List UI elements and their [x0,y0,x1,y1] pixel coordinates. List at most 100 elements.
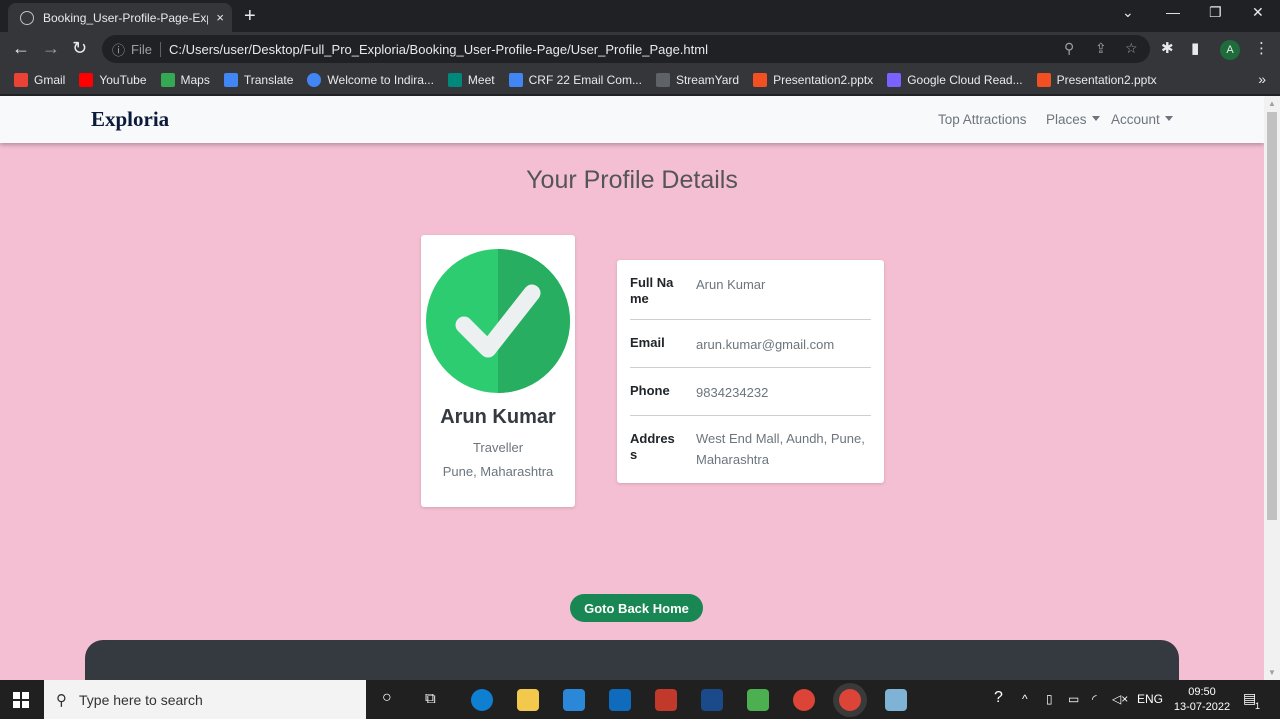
youtube-icon [79,73,94,87]
notification-count: 1 [1255,701,1261,711]
globe-icon [20,10,34,25]
gmail-icon [14,73,28,87]
edge-icon[interactable] [471,689,493,711]
forward-arrow-icon[interactable]: → [42,38,60,58]
profile-avatar[interactable]: A [1220,40,1240,60]
chrome-icon[interactable] [793,689,815,711]
chrome-active-icon[interactable] [839,689,861,711]
bookmark-streamyard[interactable]: StreamYard [655,73,739,87]
nav-account-label: Account [1111,112,1160,127]
url-text[interactable]: C:/Users/user/Desktop/Full_Pro_Exploria/… [169,42,708,57]
caret-down-icon [1091,116,1100,121]
divider [630,367,871,368]
page-title: Your Profile Details [526,166,738,194]
streamyard-icon [655,73,670,87]
site-brand[interactable]: Exploria [91,107,169,132]
restore-icon[interactable]: ❐ [1209,4,1222,21]
microsoft-icon [753,73,768,87]
profile-details-card: Full Name Arun Kumar Email arun.kumar@gm… [617,260,884,483]
cortana-icon[interactable]: ○ [382,689,392,707]
bookmark-meet[interactable]: Meet [447,73,495,87]
bookmark-presentation-1[interactable]: Presentation2.pptx [753,73,873,87]
page-scrollbar[interactable]: ▲ ▼ [1264,96,1280,680]
bookmark-google-cloud[interactable]: Google Cloud Read... [887,73,1023,87]
nav-account-dropdown[interactable]: Account [1111,112,1173,127]
windows-start-icon[interactable] [13,692,29,708]
nav-places-dropdown[interactable]: Places [1046,112,1100,127]
address-bar[interactable]: ⓘ File C:/Users/user/Desktop/Full_Pro_Ex… [102,35,1150,63]
minimize-icon[interactable]: — [1166,4,1180,20]
close-window-icon[interactable]: ✕ [1252,4,1264,21]
search-icon: ⚲ [56,691,67,709]
nav-places-label: Places [1046,112,1087,127]
clock-date: 13-07-2022 [1173,701,1231,713]
windows-taskbar: ⚲ Type here to search ○ ⧉ ? ^ ▯ ▭ ◜ ◁× E… [0,680,1280,719]
globe-icon [307,73,322,87]
browser-tab[interactable]: Booking_User-Profile-Page-Exploria × [8,3,232,32]
menu-kebab-icon[interactable]: ⋮ [1254,39,1269,57]
file-explorer-icon[interactable] [517,689,539,711]
chevron-up-icon[interactable]: ^ [1022,692,1028,706]
meet-now-icon[interactable]: ▯ [1046,692,1053,706]
store-icon[interactable] [563,689,585,711]
checkmark-icon [426,249,570,393]
profile-card: Arun Kumar Traveller Pune, Maharashtra [421,235,575,507]
bookmark-youtube[interactable]: YouTube [79,73,147,87]
meet-icon [447,73,462,87]
tab-search-chevron-icon[interactable]: ⌄ [1122,4,1134,21]
info-icon[interactable]: ⓘ [112,40,125,59]
profile-name: Arun Kumar [440,406,556,428]
bookmarks-bar: Gmail YouTube Maps Translate Welcome to … [0,66,1280,94]
mail-icon[interactable] [609,689,631,711]
email-value: arun.kumar@gmail.com [696,337,835,352]
vscode-icon[interactable] [701,689,723,711]
back-arrow-icon[interactable]: ← [12,38,30,58]
profile-location: Pune, Maharashtra [442,464,554,479]
task-view-icon[interactable]: ⧉ [425,690,436,707]
help-icon[interactable]: ? [994,689,1003,707]
scroll-up-icon[interactable]: ▲ [1268,99,1276,108]
bookmark-gmail[interactable]: Gmail [14,73,65,87]
maps-icon [160,73,175,87]
app-icon[interactable] [885,689,907,711]
bookmarks-more-icon[interactable]: » [1258,71,1266,87]
phone-value: 9834234232 [696,385,769,400]
battery-icon[interactable]: ▭ [1068,692,1079,706]
zoom-icon[interactable]: ⚲ [1064,40,1074,57]
tab-close-icon[interactable]: × [216,10,224,25]
nav-top-attractions[interactable]: Top Attractions [938,112,1027,127]
extensions-icon[interactable]: ✱ [1161,39,1174,57]
caret-down-icon [1164,116,1173,121]
wifi-icon[interactable]: ◜ [1092,692,1097,706]
scrollbar-thumb[interactable] [1267,112,1277,520]
side-panel-icon[interactable]: ▮ [1191,39,1199,57]
bookmark-crf-email[interactable]: CRF 22 Email Com... [508,73,642,87]
cloud-icon [887,73,902,87]
volume-muted-icon[interactable]: ◁× [1112,692,1128,706]
scroll-down-icon[interactable]: ▼ [1268,668,1276,677]
bookmark-star-icon[interactable]: ☆ [1125,40,1138,57]
new-tab-button[interactable]: + [244,5,256,27]
language-indicator[interactable]: ENG [1137,692,1163,706]
taskbar-search[interactable]: ⚲ Type here to search [44,680,366,719]
app-icon[interactable] [655,689,677,711]
bookmark-translate[interactable]: Translate [223,73,293,87]
profile-role: Traveller [472,440,524,455]
divider [630,415,871,416]
full-name-value: Arun Kumar [696,277,766,292]
notepad-icon[interactable] [747,689,769,711]
bookmark-indira[interactable]: Welcome to Indira... [307,73,434,87]
bookmark-maps[interactable]: Maps [160,73,210,87]
full-name-label: Full Name [630,275,674,306]
email-label: Email [630,335,665,350]
divider [630,319,871,320]
reload-icon[interactable]: ↻ [72,38,87,58]
share-icon[interactable]: ⇪ [1095,40,1107,57]
clock-time: 09:50 [1188,686,1216,698]
taskbar-clock[interactable]: 09:50 13-07-2022 [1172,685,1232,715]
bookmark-presentation-2[interactable]: Presentation2.pptx [1036,73,1157,87]
address-value: West End Mall, Aundh, Pune, Maharashtra [696,431,865,467]
file-label: File [131,41,161,57]
browser-toolbar: ← → ↻ ⓘ File C:/Users/user/Desktop/Full_… [0,32,1280,66]
goto-home-button[interactable]: Goto Back Home [570,594,703,622]
